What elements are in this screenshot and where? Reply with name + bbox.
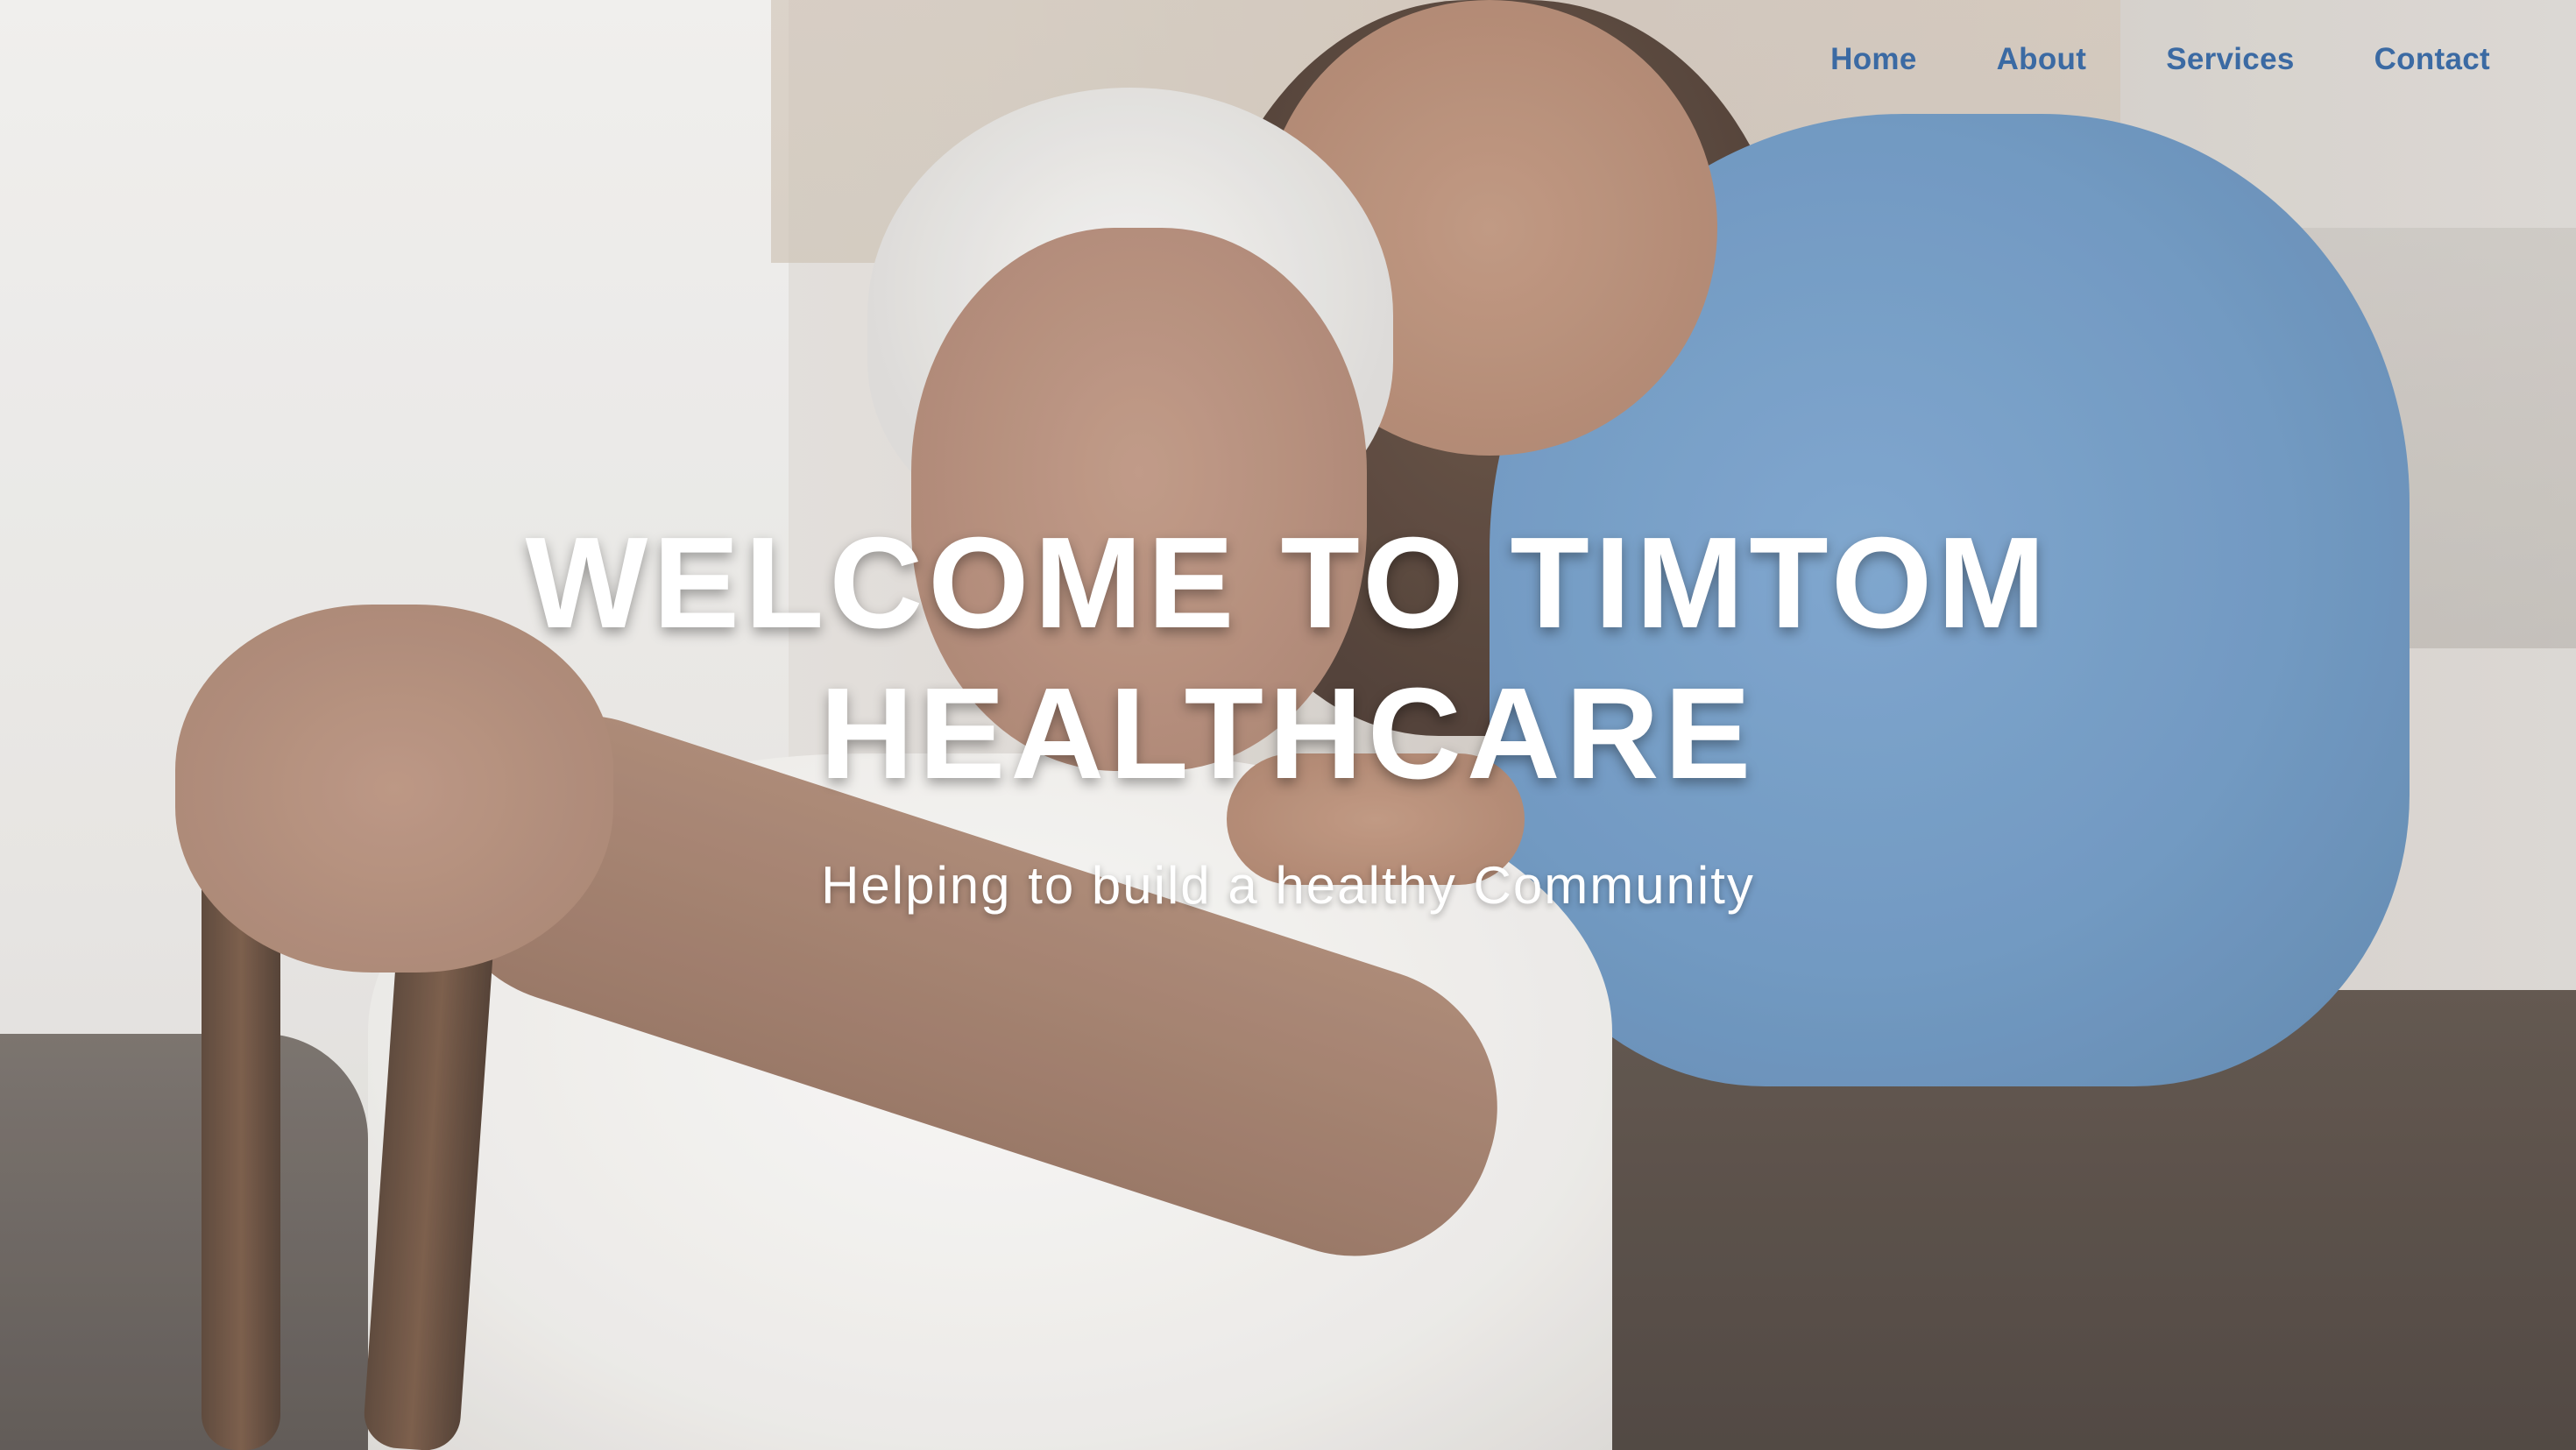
nav-link-about[interactable]: About xyxy=(1997,42,2087,77)
hero-text: WELCOME TO TIMTOM HEALTHCARE Helping to … xyxy=(0,508,2576,916)
nav-link-contact[interactable]: Contact xyxy=(2374,42,2490,77)
hero-subtitle: Helping to build a healthy Community xyxy=(821,856,1755,915)
hero-title-line2: HEALTHCARE xyxy=(819,661,1757,806)
hero-title: WELCOME TO TIMTOM HEALTHCARE xyxy=(0,508,2576,810)
nav-link-home[interactable]: Home xyxy=(1830,42,1916,77)
main-nav: Home About Services Contact xyxy=(1830,42,2490,77)
hero-section: Home About Services Contact WELCOME TO T… xyxy=(0,0,2576,1450)
hero-title-line1: WELCOME TO TIMTOM xyxy=(525,511,2051,655)
nav-link-services[interactable]: Services xyxy=(2166,42,2294,77)
